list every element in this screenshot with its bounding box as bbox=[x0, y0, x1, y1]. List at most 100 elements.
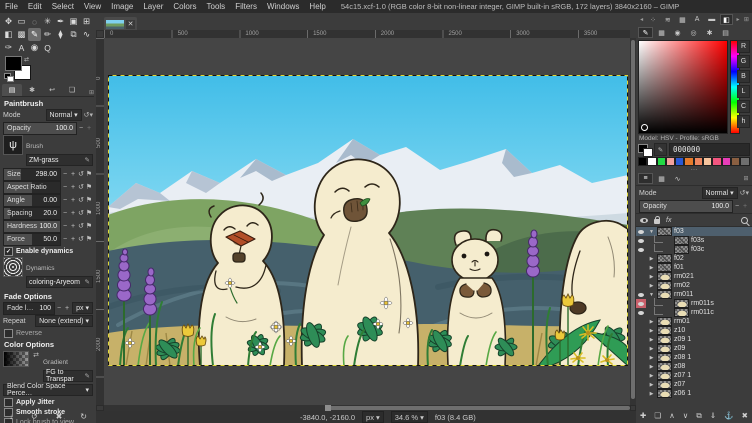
fade-length-slider[interactable]: Fade l… 100 bbox=[3, 302, 55, 315]
layer-name[interactable]: rm011s bbox=[691, 300, 714, 307]
color-selector-tab-scales[interactable]: ▤ bbox=[718, 27, 733, 38]
channel-button-g[interactable]: G bbox=[737, 55, 750, 68]
tool-clone[interactable]: ⧉ bbox=[67, 28, 80, 41]
expander-collapsed-icon[interactable]: ▶ bbox=[648, 355, 655, 361]
layer-mode-select[interactable]: Normal ▾ bbox=[702, 187, 738, 199]
tool-zoom[interactable]: Q bbox=[41, 41, 54, 54]
color-selector-tab-wheel[interactable]: ◎ bbox=[686, 27, 701, 38]
color-swatch[interactable] bbox=[740, 157, 749, 166]
bookmark-icon[interactable]: ⚑ bbox=[85, 222, 93, 230]
vertical-scrollbar-thumb[interactable] bbox=[631, 40, 635, 399]
default-colors-icon[interactable] bbox=[4, 73, 13, 81]
reset-icon[interactable]: ↺ bbox=[77, 235, 85, 243]
layer-row-f03c[interactable]: f03c bbox=[636, 245, 752, 254]
edit-brush-icon[interactable]: ✎ bbox=[85, 156, 90, 164]
expander-collapsed-icon[interactable]: ▶ bbox=[648, 328, 655, 334]
brush-selector[interactable]: ψ Brush ZM-grass ✎ bbox=[3, 135, 93, 166]
mode-select[interactable]: Normal ▾ bbox=[46, 109, 82, 121]
tool-option-slider-angle[interactable]: Angle 0.00 bbox=[3, 194, 61, 207]
bookmark-icon[interactable]: ⚑ bbox=[85, 183, 93, 191]
layer-row-z07-1[interactable]: ▶z07 1 bbox=[636, 371, 752, 380]
menu-tools[interactable]: Tools bbox=[202, 2, 231, 11]
dock-tab-fonts[interactable]: A bbox=[690, 14, 704, 25]
edit-color-icon[interactable]: ✎ bbox=[654, 143, 667, 156]
menu-view[interactable]: View bbox=[79, 2, 106, 11]
expander-collapsed-icon[interactable]: ▶ bbox=[648, 283, 655, 289]
enable-dynamics-row[interactable]: ✓ Enable dynamics bbox=[4, 246, 92, 256]
dock-tab-brushes[interactable]: ⁘ bbox=[646, 14, 660, 25]
channel-button-l[interactable]: L bbox=[737, 85, 750, 98]
layer-name[interactable]: rm021 bbox=[674, 273, 694, 280]
gradient-selector[interactable]: ⇄ Gradient FG to Transpar ✎ bbox=[3, 351, 93, 382]
tool-gradient[interactable]: ▩ bbox=[15, 28, 28, 41]
opacity-increment-button[interactable]: + bbox=[85, 125, 93, 132]
fade-increment-button[interactable]: + bbox=[63, 305, 71, 312]
expander-collapsed-icon[interactable]: ▶ bbox=[648, 346, 655, 352]
dock-menu-icon[interactable]: ⊞ bbox=[742, 175, 750, 182]
menu-image[interactable]: Image bbox=[106, 2, 138, 11]
layer-visibility-toggle[interactable] bbox=[636, 326, 646, 335]
bookmark-icon[interactable]: ⚑ bbox=[85, 235, 93, 243]
layer-row-z09[interactable]: ▶ z09 bbox=[636, 344, 752, 353]
layer-visibility-toggle[interactable] bbox=[636, 380, 646, 389]
expander-collapsed-icon[interactable]: ▶ bbox=[648, 265, 655, 271]
bookmark-icon[interactable]: ⚑ bbox=[85, 196, 93, 204]
lock-column-lock-icon[interactable] bbox=[654, 219, 660, 224]
color-selector-tab-cmyk[interactable]: ▦ bbox=[654, 27, 669, 38]
layer-visibility-toggle[interactable] bbox=[636, 308, 646, 317]
layer-visibility-toggle[interactable] bbox=[636, 281, 646, 290]
dynamics-thumbnail[interactable] bbox=[3, 257, 23, 277]
visibility-column-eye-icon[interactable] bbox=[640, 218, 648, 223]
reset-icon[interactable]: ↺ bbox=[77, 196, 85, 204]
increment-button[interactable]: + bbox=[69, 184, 77, 191]
fade-decrement-button[interactable]: − bbox=[55, 305, 63, 312]
layer-button-new-layer[interactable]: ✚ bbox=[640, 411, 646, 421]
fg-bg-color-area[interactable]: ⇄ bbox=[4, 56, 44, 82]
opacity-decrement-button[interactable]: − bbox=[77, 125, 85, 132]
menu-help[interactable]: Help bbox=[304, 2, 330, 11]
tool-crop[interactable]: ▣ bbox=[67, 15, 80, 28]
tool-pencil[interactable]: ✏ bbox=[41, 28, 54, 41]
color-selector-tab-watercolor[interactable]: ◉ bbox=[670, 27, 685, 38]
decrement-button[interactable]: − bbox=[61, 223, 69, 230]
canvas-image[interactable] bbox=[108, 75, 628, 366]
layer-visibility-toggle[interactable] bbox=[636, 227, 646, 236]
gradient-name-field[interactable]: FG to Transpar ✎ bbox=[43, 370, 93, 382]
reverse-row[interactable]: Reverse bbox=[4, 328, 92, 338]
tool-option-slider-force[interactable]: Force 50.0 bbox=[3, 233, 61, 246]
color-swatch[interactable] bbox=[638, 157, 647, 166]
brush-name-field[interactable]: ZM-grass ✎ bbox=[26, 154, 93, 166]
layer-name[interactable]: rm011c bbox=[691, 309, 714, 316]
color-selector-tab-palette[interactable]: ✱ bbox=[702, 27, 717, 38]
canvas-viewport[interactable] bbox=[104, 38, 630, 405]
dynamics-selector[interactable]: Dynamics coloring-Aryeom ✎ bbox=[3, 257, 93, 288]
dock-next-icon[interactable]: ▸ bbox=[734, 16, 741, 23]
expander-collapsed-icon[interactable]: ▶ bbox=[648, 337, 655, 343]
channel-button-h[interactable]: h bbox=[737, 115, 750, 128]
layer-visibility-toggle[interactable] bbox=[636, 371, 646, 380]
dock-tab-menu-icon[interactable]: ⊞ bbox=[89, 89, 94, 96]
layer-button-duplicate-layer[interactable]: ⧉ bbox=[696, 411, 701, 421]
blend-color-space-select[interactable]: Blend Color Space Perce… ▾ bbox=[3, 384, 93, 396]
preset-button-delete-tool-preset[interactable]: ✖ bbox=[56, 412, 63, 421]
layer-name[interactable]: f02 bbox=[674, 255, 684, 262]
layer-name[interactable]: rm02 bbox=[674, 282, 690, 289]
layer-name[interactable]: z09 bbox=[674, 345, 685, 352]
expander-collapsed-icon[interactable]: ▶ bbox=[648, 391, 655, 397]
tool-ink[interactable]: ✑ bbox=[2, 41, 15, 54]
layer-visibility-toggle[interactable] bbox=[636, 254, 646, 263]
layer-opacity-slider[interactable]: Opacity 100.0 bbox=[639, 200, 733, 213]
color-swatch[interactable] bbox=[712, 157, 721, 166]
color-swatch[interactable] bbox=[703, 157, 712, 166]
layer-row-z07[interactable]: ▶z07 bbox=[636, 380, 752, 389]
canvas-image-wrap[interactable] bbox=[108, 75, 628, 366]
layer-visibility-toggle[interactable] bbox=[636, 299, 646, 308]
layer-name[interactable]: f03s bbox=[691, 237, 704, 244]
layer-visibility-toggle[interactable] bbox=[636, 335, 646, 344]
expander-collapsed-icon[interactable]: ▶ bbox=[648, 256, 655, 262]
tool-transform[interactable]: ⊞ bbox=[80, 15, 93, 28]
dock-tab-gradients[interactable]: ▬ bbox=[705, 14, 719, 25]
layer-name[interactable]: z07 1 bbox=[674, 372, 691, 379]
tool-rectangle-select[interactable]: ▭ bbox=[15, 15, 28, 28]
mode-reset-icon[interactable]: ↺▾ bbox=[84, 111, 93, 119]
